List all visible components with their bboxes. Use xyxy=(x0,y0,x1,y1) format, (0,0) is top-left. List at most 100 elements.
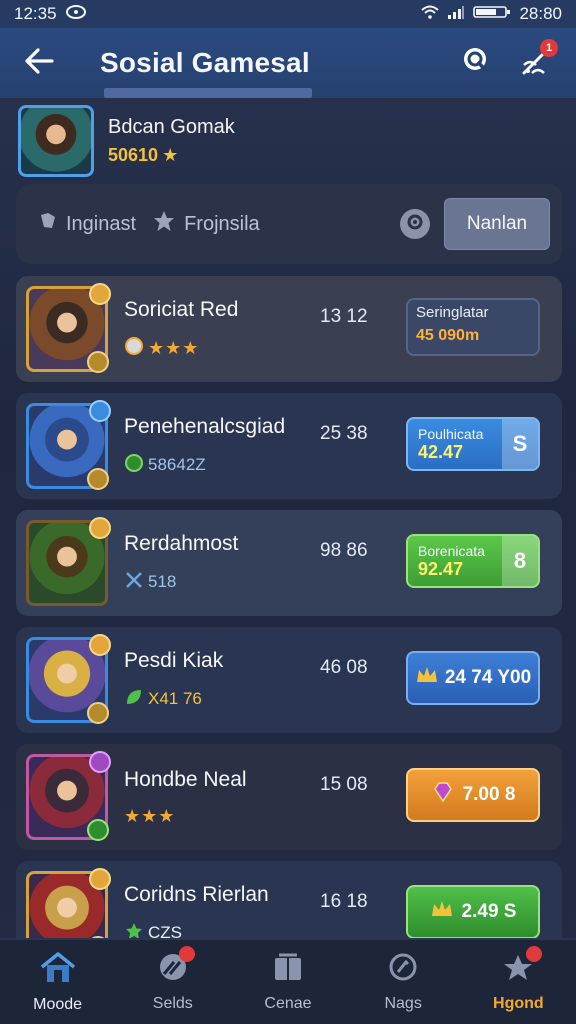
tab-label-frojnsila: Frojnsila xyxy=(184,212,260,235)
status-bar: 12:35 28:80 xyxy=(0,0,576,28)
nav-notification-dot xyxy=(526,945,543,962)
nav-notification-dot xyxy=(178,945,195,962)
leaf-icon xyxy=(124,687,144,712)
reward-title: Poulhicata xyxy=(418,425,484,442)
profile-score-row: 50610 ★ xyxy=(108,145,235,166)
player-info: Soriciat Red ★★★ xyxy=(124,298,324,361)
shield-icon xyxy=(38,211,58,237)
list-item[interactable]: Hondbe Neal ★★★ 15 08 7.00 8 xyxy=(16,744,562,850)
player-stars: ★★★ xyxy=(124,805,176,826)
tab-inginast[interactable]: Inginast xyxy=(38,211,136,237)
player-avatar xyxy=(26,751,111,841)
battery-icon xyxy=(473,4,511,24)
level-badge-icon xyxy=(89,868,111,890)
filter-settings-button[interactable] xyxy=(400,209,430,239)
player-list: Soriciat Red ★★★ 13 12 Seringlatar 45 09… xyxy=(16,276,562,978)
player-meta: 58642Z xyxy=(124,453,324,478)
player-stat: 25 38 xyxy=(320,423,368,444)
player-meta: ★★★ xyxy=(124,336,324,361)
green-coin-icon xyxy=(124,453,144,478)
player-meta: X41 76 xyxy=(124,687,324,712)
back-arrow-icon xyxy=(24,47,54,79)
reward-pill[interactable]: 2.49 S xyxy=(406,885,540,939)
reward-title: Seringlatar xyxy=(416,304,489,321)
reward-value: 92.47 xyxy=(418,558,464,579)
status-time: 12:35 xyxy=(14,4,57,23)
player-stat: 16 18 xyxy=(320,891,368,912)
nav-item-nags[interactable]: Nags xyxy=(353,952,453,1013)
crown-icon xyxy=(415,664,439,692)
filter-actions: Nanlan xyxy=(400,198,550,250)
nav-item-hgond[interactable]: Hgond xyxy=(468,945,568,1013)
rank-badge-icon xyxy=(87,819,109,841)
reward-text: Borenicata 92.47 xyxy=(418,543,485,580)
top-actions: 1 xyxy=(458,39,558,81)
player-stars: ★★★ xyxy=(148,337,200,358)
home-icon xyxy=(39,951,77,990)
nav-item-selds[interactable]: Selds xyxy=(123,945,223,1013)
title-underline xyxy=(104,88,312,98)
filter-panel: Inginast Frojnsila Nanlan xyxy=(16,184,562,264)
reward-pill[interactable]: Poulhicata 42.47 S xyxy=(406,417,540,471)
player-code: X41 76 xyxy=(148,689,202,708)
reward-value: 42.47 xyxy=(418,441,464,462)
search-icon xyxy=(460,45,492,82)
nav-label: Moode xyxy=(33,995,83,1013)
star-filter-icon xyxy=(152,209,176,239)
gear-icon xyxy=(405,212,425,237)
list-item[interactable]: Pesdi Kiak X41 76 46 08 24 74 Y00 xyxy=(16,627,562,733)
player-stat: 46 08 xyxy=(320,657,368,678)
nanlan-button[interactable]: Nanlan xyxy=(444,198,550,250)
status-left: 12:35 xyxy=(14,4,87,25)
player-name: Pesdi Kiak xyxy=(124,648,224,672)
tab-frojnsila[interactable]: Frojnsila xyxy=(152,209,260,239)
nav-label: Nags xyxy=(384,994,422,1012)
reward-value: 7.00 8 xyxy=(462,784,516,805)
profile-avatar[interactable] xyxy=(18,105,94,177)
player-name: Coridns Rierlan xyxy=(124,882,269,906)
reward-text: Poulhicata 42.47 xyxy=(418,426,483,463)
swords-icon xyxy=(124,570,144,595)
profile-score: 50610 xyxy=(108,145,159,165)
reward-pill[interactable]: Seringlatar 45 090m xyxy=(406,298,540,356)
status-clock-right: 28:80 xyxy=(519,4,562,23)
player-stat: 13 12 xyxy=(320,306,368,327)
list-item[interactable]: Rerdahmost 518 98 86 Borenicata 92.47 8 xyxy=(16,510,562,616)
reward-pill[interactable]: 24 74 Y00 xyxy=(406,651,540,705)
tab-label-inginast: Inginast xyxy=(66,212,137,235)
back-button[interactable] xyxy=(14,38,64,88)
player-name: Rerdahmost xyxy=(124,531,239,555)
coin-icon xyxy=(124,336,144,361)
level-badge-icon xyxy=(89,400,111,422)
profile-header: Bdcan Gomak 50610 ★ xyxy=(0,98,576,184)
nav-item-home[interactable]: Moode xyxy=(8,951,108,1014)
list-item[interactable]: Soriciat Red ★★★ 13 12 Seringlatar 45 09… xyxy=(16,276,562,382)
player-info: Penehenalcsgiad 58642Z xyxy=(124,415,324,478)
gem-icon xyxy=(431,781,455,809)
player-stat: 98 86 xyxy=(320,540,368,561)
player-meta: 518 xyxy=(124,570,324,595)
notification-status-icon xyxy=(65,4,87,25)
search-button[interactable] xyxy=(458,45,494,81)
list-item[interactable]: Penehenalcsgiad 58642Z 25 38 Poulhicata … xyxy=(16,393,562,499)
reward-amount: 45 090m xyxy=(416,327,480,344)
reward-pill[interactable]: 7.00 8 xyxy=(406,768,540,822)
player-avatar xyxy=(26,634,111,724)
player-info: Coridns Rierlan CZS xyxy=(124,883,324,946)
crown-icon xyxy=(430,898,454,926)
player-code: 518 xyxy=(148,572,177,591)
signal-icon xyxy=(447,4,465,24)
compass-icon xyxy=(386,952,420,989)
player-name: Soriciat Red xyxy=(124,297,239,321)
status-right: 28:80 xyxy=(421,4,562,24)
player-info: Rerdahmost 518 xyxy=(124,532,324,595)
reward-pill[interactable]: Borenicata 92.47 8 xyxy=(406,534,540,588)
nav-label: Selds xyxy=(152,994,193,1012)
reward-end-label: 8 xyxy=(502,536,538,586)
player-meta: ★★★ xyxy=(124,806,324,827)
player-info: Hondbe Neal ★★★ xyxy=(124,768,324,827)
rank-badge-icon xyxy=(87,351,109,373)
star-icon: ★ xyxy=(162,145,179,165)
notifications-button[interactable]: 1 xyxy=(518,39,558,81)
nav-item-cenae[interactable]: Cenae xyxy=(238,952,338,1013)
